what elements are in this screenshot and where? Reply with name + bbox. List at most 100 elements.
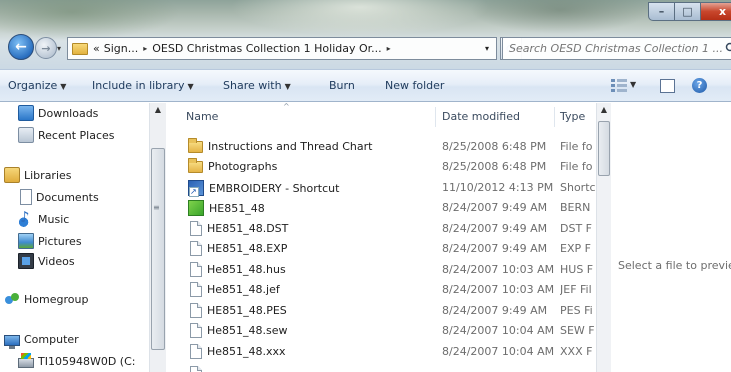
address-overflow[interactable]: « [91, 42, 102, 55]
share-with-label: Share with [223, 79, 282, 92]
file-row[interactable]: Photographs 8/25/2008 6:48 PM File fo [166, 156, 596, 176]
nav-item-label: Libraries [24, 168, 72, 182]
music-icon [18, 208, 34, 227]
file-row[interactable]: EMBROIDERY - Shortcut 11/10/2012 4:13 PM S… [166, 177, 596, 197]
nav-item-recent-places[interactable]: Recent Places [18, 127, 115, 143]
file-icon [190, 262, 202, 277]
file-row-partial[interactable] [166, 363, 596, 372]
file-list-scrollbar[interactable]: ▲ [596, 103, 611, 372]
nav-item-label: Videos [38, 254, 75, 268]
command-bar: Organize ▼ Include in library ▼ Share with… [0, 69, 731, 102]
scrollbar-thumb[interactable] [151, 148, 165, 350]
organize-menu[interactable]: Organize ▼ [8, 79, 66, 92]
file-icon [190, 282, 202, 297]
file-date: 8/24/2007 9:49 AM [442, 201, 548, 214]
column-header-name[interactable]: Name [186, 110, 218, 123]
minimize-button[interactable]: – [648, 2, 675, 21]
file-type: XXX F [560, 345, 593, 358]
search-icon[interactable] [725, 42, 731, 54]
search-input[interactable] [503, 42, 731, 55]
preview-pane-toggle-icon[interactable] [660, 79, 675, 93]
breadcrumb-segment[interactable]: Sign... [102, 42, 140, 55]
address-bar[interactable]: « Sign... ▸ OESD Christmas Collection 1 … [67, 37, 497, 60]
nav-item-libraries[interactable]: Libraries [4, 167, 72, 183]
file-name: HE851_48 [209, 201, 265, 215]
search-box[interactable] [502, 37, 731, 60]
view-options-dropdown-icon[interactable]: ▼ [630, 80, 636, 89]
file-icon [190, 241, 202, 256]
file-type: JEF Fil [560, 283, 592, 296]
maximize-button[interactable]: □ [675, 2, 701, 21]
file-date: 8/24/2007 10:03 AM [442, 263, 555, 276]
nav-item-computer[interactable]: Computer [4, 333, 79, 349]
scrollbar-thumb[interactable] [598, 121, 610, 176]
file-row[interactable]: He851_48.sew 8/24/2007 10:04 AM SEW F [166, 320, 596, 340]
column-divider[interactable] [554, 107, 555, 127]
file-type: BERN [560, 201, 591, 214]
nav-item-pictures[interactable]: Pictures [18, 233, 82, 249]
nav-item-label: Pictures [38, 234, 82, 248]
file-row[interactable]: HE851_48 8/24/2007 9:49 AM BERN [166, 197, 596, 217]
file-date: 8/24/2007 9:49 AM [442, 222, 548, 235]
close-button[interactable]: x [701, 2, 731, 21]
column-divider[interactable] [435, 107, 436, 127]
file-row[interactable]: HE851_48.DST 8/24/2007 9:49 AM DST F [166, 218, 596, 238]
file-type: File fo [560, 160, 593, 173]
nav-item-label: Recent Places [38, 128, 115, 142]
include-in-library-label: Include in library [92, 79, 185, 92]
address-dropdown-icon[interactable]: ▾ [478, 44, 496, 53]
nav-item-downloads[interactable]: Downloads [18, 105, 98, 121]
file-name: He851_48.hus [207, 263, 286, 276]
window-controls: – □ x [648, 2, 731, 21]
file-name: HE851_48.DST [207, 222, 289, 235]
file-row[interactable]: He851_48.hus 8/24/2007 10:03 AM HUS F [166, 259, 596, 279]
nav-item-documents[interactable]: Documents [18, 189, 99, 205]
videos-icon [18, 253, 34, 269]
breadcrumb-segment[interactable]: OESD Christmas Collection 1 Holiday Or..… [150, 42, 383, 55]
file-name: He851_48.xxx [207, 345, 286, 358]
file-row[interactable]: HE851_48.EXP 8/24/2007 9:49 AM EXP F [166, 238, 596, 258]
file-row[interactable]: He851_48.jef 8/24/2007 10:03 AM JEF Fil [166, 279, 596, 299]
file-icon [190, 344, 202, 359]
homegroup-icon [4, 291, 20, 307]
back-button[interactable]: ← [8, 34, 34, 60]
breadcrumb-separator-icon[interactable]: ▸ [140, 44, 150, 53]
folder-icon [72, 42, 88, 55]
burn-button[interactable]: Burn [329, 79, 355, 92]
change-view-icon[interactable] [611, 79, 627, 92]
breadcrumb-separator-icon[interactable]: ▸ [384, 44, 394, 53]
scrollbar-grip-icon: ≡ [153, 203, 160, 212]
nav-item-label: Downloads [38, 106, 99, 120]
nav-item-videos[interactable]: Videos [18, 253, 75, 269]
nav-item-label: Computer [24, 333, 79, 346]
nav-item-label: TI105948W0D (C: [38, 354, 136, 368]
nav-item-music[interactable]: Music [18, 208, 69, 227]
share-with-menu[interactable]: Share with ▼ [223, 79, 291, 92]
folder-icon [188, 138, 203, 153]
file-icon [190, 366, 202, 372]
file-row[interactable]: Instructions and Thread Chart 8/25/2008 6… [166, 136, 596, 156]
new-folder-button[interactable]: New folder [385, 79, 444, 92]
nav-item-homegroup[interactable]: Homegroup [4, 291, 88, 307]
chevron-down-icon: ▾ [57, 43, 62, 53]
column-header-type[interactable]: Type [560, 110, 585, 123]
bernina-file-icon [188, 200, 204, 216]
arrow-right-icon: → [41, 41, 51, 55]
file-row[interactable]: HE851_48.PES 8/24/2007 9:49 AM PES Fi [166, 300, 596, 320]
help-icon[interactable]: ? [692, 78, 707, 93]
computer-icon [4, 334, 20, 349]
file-icon [190, 323, 202, 338]
recent-pages-dropdown[interactable]: ▾ [57, 41, 66, 55]
nav-item-drive-c[interactable]: TI105948W0D (C: [18, 353, 136, 368]
file-date: 8/24/2007 10:03 AM [442, 283, 555, 296]
file-date: 8/24/2007 10:04 AM [442, 345, 555, 358]
column-header-date-modified[interactable]: Date modified [442, 110, 520, 123]
scroll-up-icon[interactable]: ▲ [597, 105, 611, 114]
chevron-down-icon: ▼ [187, 82, 194, 91]
navigation-pane-scrollbar[interactable]: ▲ ≡ [149, 103, 166, 372]
forward-button[interactable]: → [35, 37, 57, 59]
file-row[interactable]: He851_48.xxx 8/24/2007 10:04 AM XXX F [166, 341, 596, 361]
include-in-library-menu[interactable]: Include in library ▼ [92, 79, 194, 92]
file-type: HUS F [560, 263, 594, 276]
scroll-up-icon[interactable]: ▲ [150, 105, 166, 119]
